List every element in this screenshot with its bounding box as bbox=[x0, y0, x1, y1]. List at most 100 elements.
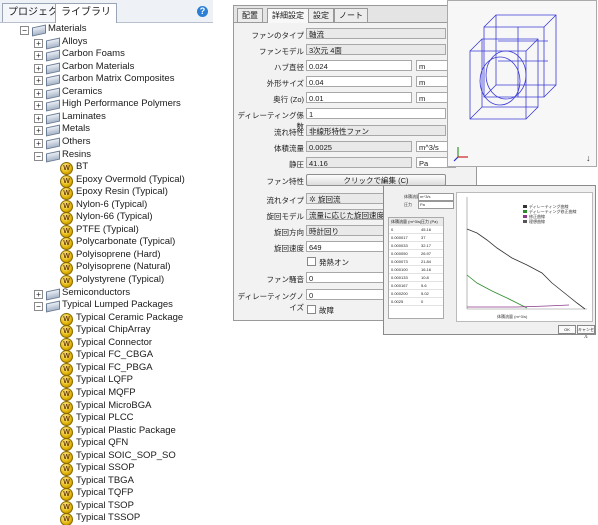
swirl-model-select[interactable]: 流量に応じた旋回速度 bbox=[306, 209, 386, 220]
failure-checkbox[interactable]: 故障 bbox=[307, 305, 334, 316]
hub-diameter-input[interactable]: 0.024 bbox=[306, 60, 412, 71]
flow-cell[interactable]: 0.0025 bbox=[391, 299, 403, 304]
expand-icon[interactable]: + bbox=[34, 63, 43, 73]
table-row[interactable]: 0.0025 0 bbox=[389, 298, 443, 306]
material-icon: W bbox=[60, 187, 73, 201]
folder-book-icon bbox=[46, 49, 60, 62]
tree-item-label: BT bbox=[76, 161, 89, 173]
outer-size-input[interactable]: 0.04 bbox=[306, 76, 412, 87]
heat-on-label: 発熱オン bbox=[319, 258, 349, 267]
tree-item-label: Epoxy Overmold (Typical) bbox=[76, 173, 185, 185]
tree-item-label: Typical MQFP bbox=[76, 386, 136, 398]
pressure-cell[interactable]: 32.17 bbox=[421, 243, 431, 248]
fan-3d-viewport[interactable]: ↓ bbox=[447, 0, 597, 167]
expand-icon[interactable]: + bbox=[34, 51, 43, 61]
table-header-pressure: 圧力 (Pa) bbox=[421, 219, 438, 224]
curve-pressure-unit-select[interactable]: Pa bbox=[418, 201, 454, 209]
expand-icon[interactable]: + bbox=[34, 76, 43, 86]
library-tree-panel: プロジェクト ライブラリ ? − Materials + Alloys + Carbon … bbox=[0, 0, 213, 525]
folder-book-icon bbox=[46, 150, 60, 162]
expand-icon[interactable]: + bbox=[34, 113, 43, 123]
modified-curve-line bbox=[466, 274, 528, 309]
table-row[interactable]: 0.000073 21.84 bbox=[389, 258, 443, 266]
swirl-speed-label: 旋回速度 bbox=[274, 244, 304, 253]
tab-settings[interactable]: 設定 bbox=[308, 8, 334, 22]
properties-tab-bar: 配置 詳細設定 設定 ノート bbox=[234, 6, 476, 23]
swirl-speed-input[interactable]: 649 bbox=[306, 241, 386, 252]
pressure-cell[interactable]: 26.97 bbox=[421, 251, 431, 256]
corrected-curve-line bbox=[467, 304, 570, 308]
pressure-cell[interactable]: 37 bbox=[421, 235, 425, 240]
pressure-cell[interactable]: 16.16 bbox=[421, 267, 431, 272]
material-icon: W bbox=[60, 262, 73, 276]
flow-cell[interactable]: 0.000033 bbox=[391, 243, 408, 248]
help-icon[interactable]: ? bbox=[197, 6, 208, 17]
derating-noise-input[interactable]: 0 bbox=[306, 289, 386, 300]
material-icon: W bbox=[60, 475, 73, 489]
curve-data-table[interactable]: 体積流量 (m^3/s) 圧力 (Pa) 0 45.16 0.000017 37 0.0… bbox=[388, 217, 444, 319]
pressure-cell[interactable]: 5.02 bbox=[421, 291, 429, 296]
heat-on-box[interactable] bbox=[307, 257, 316, 266]
expand-icon[interactable]: + bbox=[34, 138, 43, 148]
flow-cell[interactable]: 0.000133 bbox=[391, 275, 408, 280]
expand-icon[interactable]: + bbox=[34, 289, 43, 299]
tree-item-label: Typical FC_CBGA bbox=[76, 349, 154, 361]
tree-item-label: Polycarbonate (Typical) bbox=[76, 236, 176, 248]
expand-icon[interactable]: + bbox=[34, 101, 43, 111]
collapse-icon[interactable]: − bbox=[20, 26, 29, 35]
pressure-cell[interactable]: 10.8 bbox=[421, 275, 429, 280]
depth-input[interactable]: 0.01 bbox=[306, 92, 412, 103]
folder-book-icon bbox=[46, 300, 60, 313]
table-row[interactable]: 0.000050 26.97 bbox=[389, 250, 443, 258]
table-row[interactable]: 0.000167 5.6 bbox=[389, 282, 443, 290]
flow-cell[interactable]: 0.000017 bbox=[391, 235, 408, 240]
flow-type-select[interactable]: ✲ 旋回流 bbox=[306, 193, 386, 204]
expand-icon[interactable]: + bbox=[34, 38, 43, 48]
curve-flow-unit-select[interactable]: m^3/s bbox=[418, 193, 454, 201]
tree-item-label: Typical Plastic Package bbox=[76, 424, 176, 436]
heat-on-checkbox[interactable]: 発熱オン bbox=[307, 257, 349, 268]
volume-flow-value: 0.0025 bbox=[306, 141, 412, 152]
pressure-cell[interactable]: 0 bbox=[421, 299, 423, 304]
fan-noise-input[interactable]: 0 bbox=[306, 272, 386, 283]
derating-factor-input[interactable]: 1 bbox=[306, 108, 446, 119]
tab-notes[interactable]: ノート bbox=[334, 8, 368, 22]
curve-pressure-label: 圧力 bbox=[404, 202, 412, 207]
table-row[interactable]: 0.000200 5.02 bbox=[389, 290, 443, 298]
flow-type-label: 流れタイプ bbox=[266, 196, 305, 205]
flow-cell[interactable]: 0.000073 bbox=[391, 259, 408, 264]
flow-cell[interactable]: 0.000050 bbox=[391, 251, 408, 256]
tree-item-label: Epoxy Resin (Typical) bbox=[76, 186, 168, 198]
collapse-icon[interactable]: − bbox=[34, 302, 43, 312]
tab-library[interactable]: ライブラリ bbox=[55, 3, 117, 23]
folder-book-icon bbox=[46, 288, 60, 301]
ok-button[interactable]: OK bbox=[558, 325, 576, 334]
table-row[interactable]: 0.000017 37 bbox=[389, 234, 443, 242]
flow-cell[interactable]: 0.000200 bbox=[391, 291, 408, 296]
tab-placement[interactable]: 配置 bbox=[237, 8, 263, 22]
pressure-cell[interactable]: 5.6 bbox=[421, 283, 427, 288]
collapse-icon[interactable]: − bbox=[34, 151, 43, 161]
tree-item-label: Semiconductors bbox=[62, 286, 131, 298]
flow-cell[interactable]: 0 bbox=[391, 227, 393, 232]
tab-details[interactable]: 詳細設定 bbox=[267, 8, 309, 23]
table-row[interactable]: 0.000033 32.17 bbox=[389, 242, 443, 250]
fan-type-select[interactable]: 軸流 bbox=[306, 28, 446, 39]
down-arrow-icon: ↓ bbox=[586, 153, 591, 163]
outer-size-label: 外形サイズ bbox=[266, 79, 304, 88]
failure-box[interactable] bbox=[307, 305, 316, 314]
flow-cell[interactable]: 0.000100 bbox=[391, 267, 408, 272]
flow-characteristic-select[interactable]: 非線形特性ファン bbox=[306, 125, 446, 136]
table-row[interactable]: 0.000100 16.16 bbox=[389, 266, 443, 274]
pressure-cell[interactable]: 45.16 bbox=[421, 227, 431, 232]
swirl-direction-select[interactable]: 時計回り bbox=[306, 225, 386, 236]
expand-icon[interactable]: + bbox=[34, 126, 43, 136]
expand-icon[interactable]: + bbox=[34, 88, 43, 98]
table-row[interactable]: 0.000133 10.8 bbox=[389, 274, 443, 282]
fan-model-select[interactable]: 3次元 4面 bbox=[306, 44, 446, 55]
table-row[interactable]: 0 45.16 bbox=[389, 226, 443, 234]
cancel-button[interactable]: キャンセル bbox=[577, 325, 595, 339]
material-icon: W bbox=[60, 325, 73, 339]
flow-cell[interactable]: 0.000167 bbox=[391, 283, 408, 288]
pressure-cell[interactable]: 21.84 bbox=[421, 259, 431, 264]
